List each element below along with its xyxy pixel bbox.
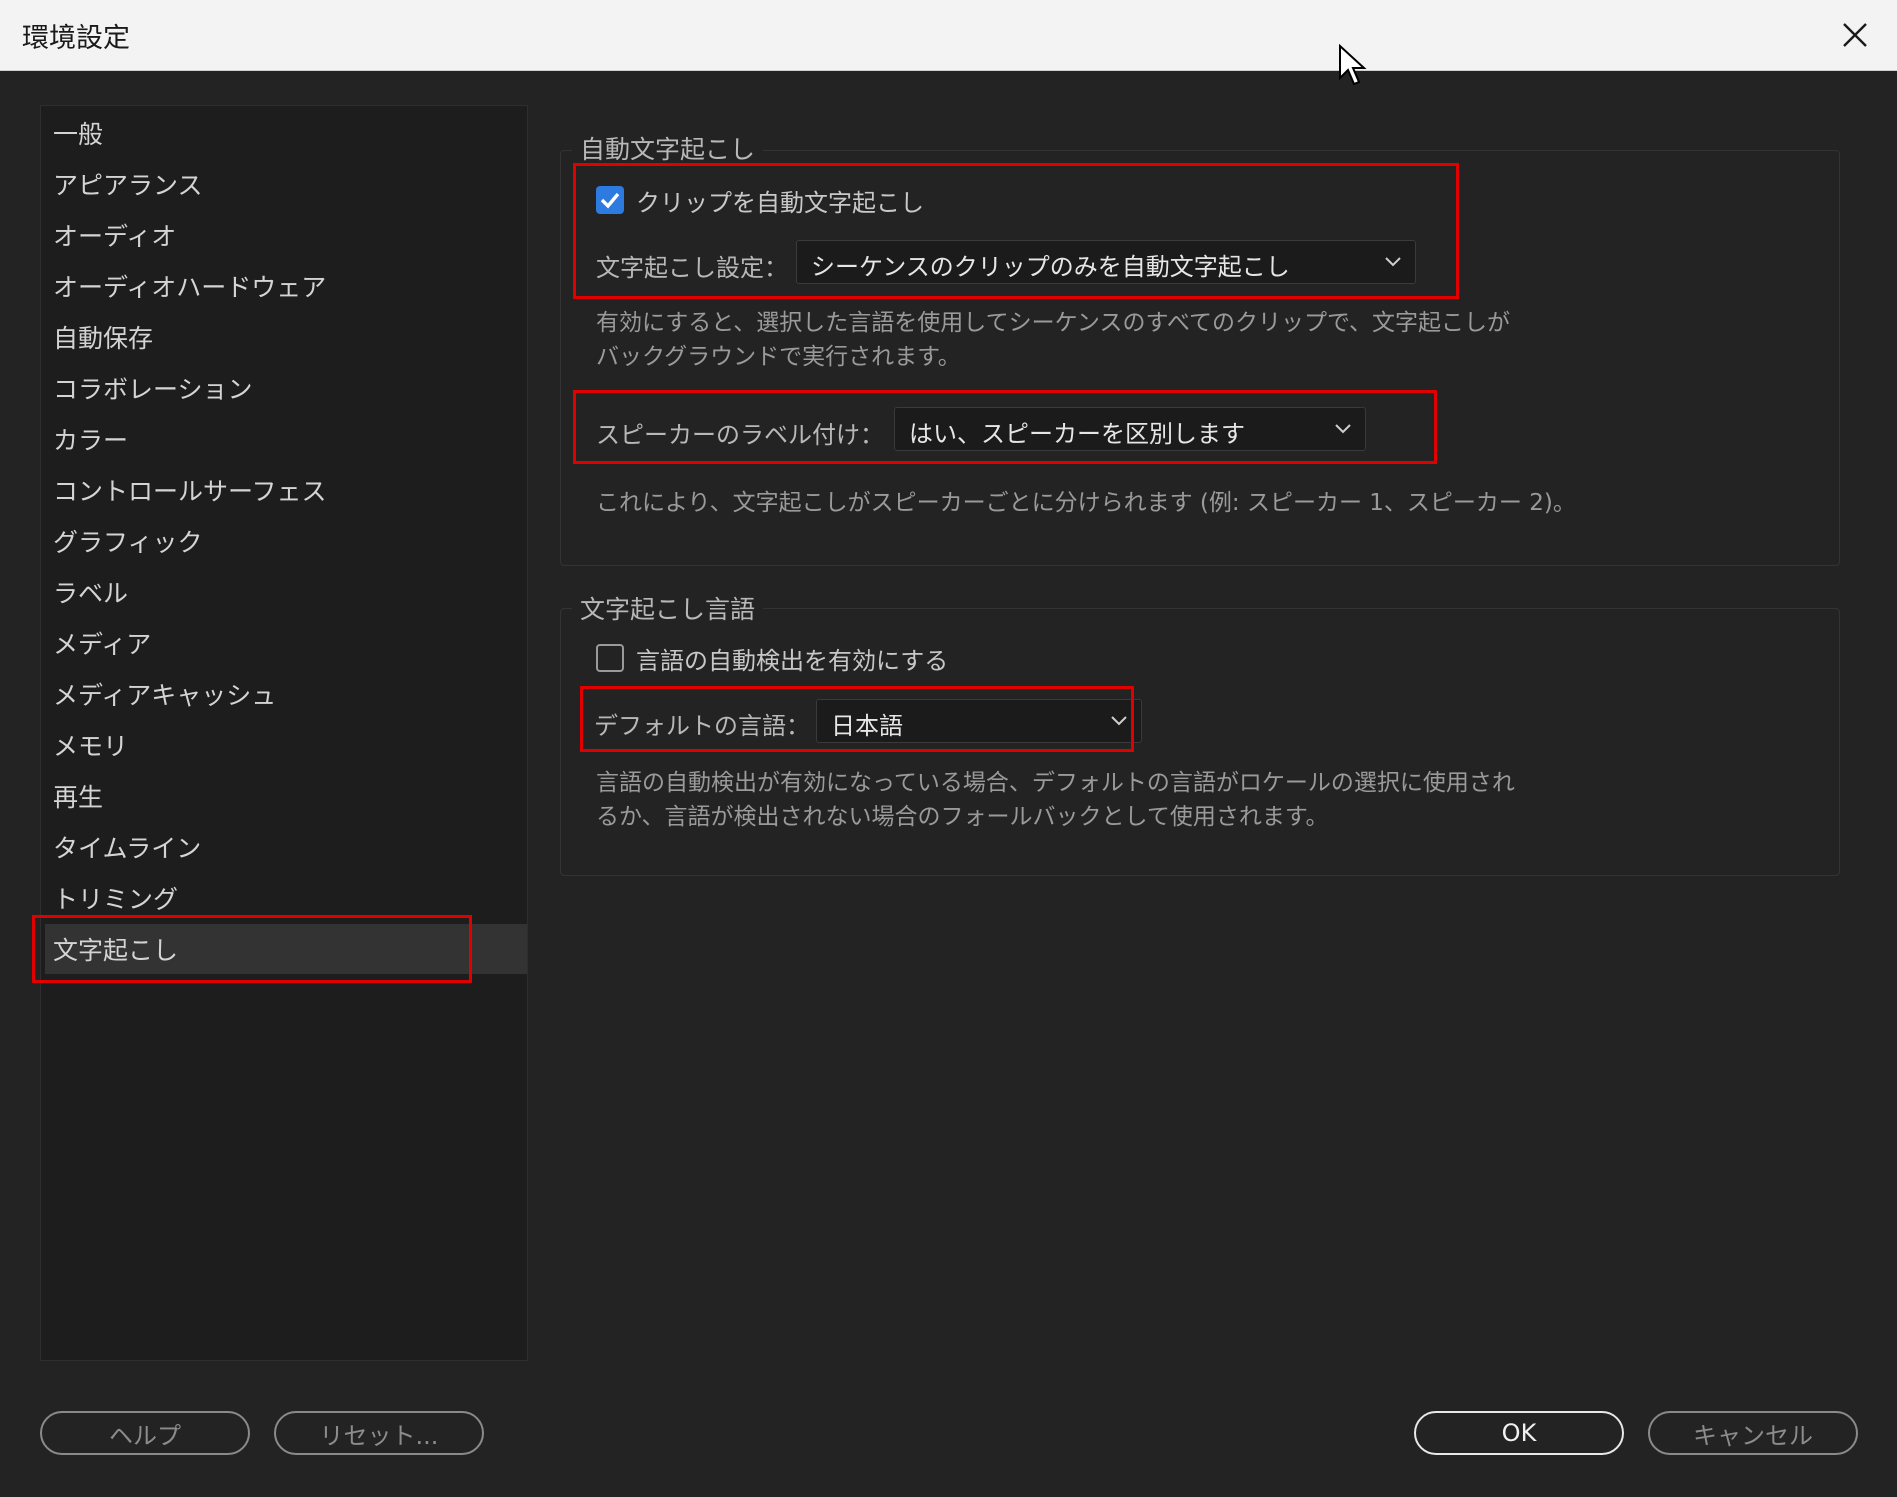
auto-transcribe-checkbox-label[interactable]: クリップを自動文字起こし [636, 183, 924, 218]
sidebar-item-playback[interactable]: 再生 [53, 781, 103, 815]
transcribe-setting-label: 文字起こし設定： [596, 254, 788, 282]
default-language-label: デフォルトの言語： [594, 712, 810, 740]
window-title: 環境設定 [22, 23, 130, 54]
reset-button[interactable]: リセット... [274, 1411, 484, 1455]
speaker-label-label: スピーカーのラベル付け： [596, 421, 884, 449]
sidebar-item-transcription[interactable]: 文字起こし [53, 934, 178, 968]
sidebar-item-audio[interactable]: オーディオ [53, 220, 176, 254]
speaker-label-value: はい、スピーカーを区別します [909, 420, 1245, 448]
title-bar: 環境設定 [0, 0, 1897, 71]
close-icon[interactable] [1830, 10, 1880, 60]
auto-transcribe-group-title: 自動文字起こし [572, 130, 764, 166]
language-desc-line1: 言語の自動検出が有効になっている場合、デフォルトの言語がロケールの選択に使用され [596, 770, 1515, 796]
sidebar-item-control-surface[interactable]: コントロールサーフェス [53, 475, 327, 509]
chevron-down-icon [1385, 257, 1401, 267]
speaker-label-desc: これにより、文字起こしがスピーカーごとに分けられます (例: スピーカー 1、ス… [596, 490, 1576, 516]
chevron-down-icon [1335, 424, 1351, 434]
sidebar-item-labels[interactable]: ラベル [53, 577, 128, 611]
sidebar-item-auto-save[interactable]: 自動保存 [53, 322, 153, 356]
auto-detect-language-checkbox[interactable] [596, 644, 624, 672]
transcribe-setting-dropdown[interactable]: シーケンスのクリップのみを自動文字起こし [796, 240, 1416, 284]
sidebar-item-collaboration[interactable]: コラボレーション [53, 373, 253, 407]
default-language-value: 日本語 [831, 712, 903, 740]
transcribe-setting-value: シーケンスのクリップのみを自動文字起こし [811, 253, 1290, 281]
sidebar-item-color[interactable]: カラー [53, 424, 128, 458]
category-list: 一般 アピアランス オーディオ オーディオハードウェア 自動保存 コラボレーショ… [40, 105, 528, 1361]
language-desc-line2: るか、言語が検出されない場合のフォールバックとして使用されます。 [596, 804, 1329, 830]
ok-button[interactable]: OK [1414, 1411, 1624, 1455]
sidebar-item-memory[interactable]: メモリ [53, 730, 128, 764]
sidebar-item-timeline[interactable]: タイムライン [53, 832, 201, 866]
speaker-label-dropdown[interactable]: はい、スピーカーを区別します [894, 407, 1366, 451]
auto-transcribe-checkbox[interactable] [596, 186, 624, 214]
chevron-down-icon [1111, 716, 1127, 726]
checkmark-icon [600, 192, 620, 209]
sidebar-item-trimming[interactable]: トリミング [53, 883, 178, 917]
default-language-dropdown[interactable]: 日本語 [816, 699, 1142, 743]
auto-detect-language-label[interactable]: 言語の自動検出を有効にする [636, 641, 948, 676]
language-group-title: 文字起こし言語 [572, 590, 764, 626]
auto-transcribe-desc-line1: 有効にすると、選択した言語を使用してシーケンスのすべてのクリップで、文字起こしが [596, 310, 1511, 336]
sidebar-item-media-cache[interactable]: メディアキャッシュ [53, 679, 276, 713]
mouse-cursor-icon [1338, 43, 1368, 92]
sidebar-item-media[interactable]: メディア [53, 628, 151, 662]
sidebar-item-general[interactable]: 一般 [53, 118, 103, 152]
cancel-button[interactable]: キャンセル [1648, 1411, 1858, 1455]
help-button[interactable]: ヘルプ [40, 1411, 250, 1455]
sidebar-item-audio-hardware[interactable]: オーディオハードウェア [53, 271, 326, 305]
sidebar-item-graphics[interactable]: グラフィック [53, 526, 203, 560]
sidebar-item-appearance[interactable]: アピアランス [53, 169, 203, 203]
auto-transcribe-desc-line2: バックグラウンドで実行されます。 [596, 344, 961, 370]
